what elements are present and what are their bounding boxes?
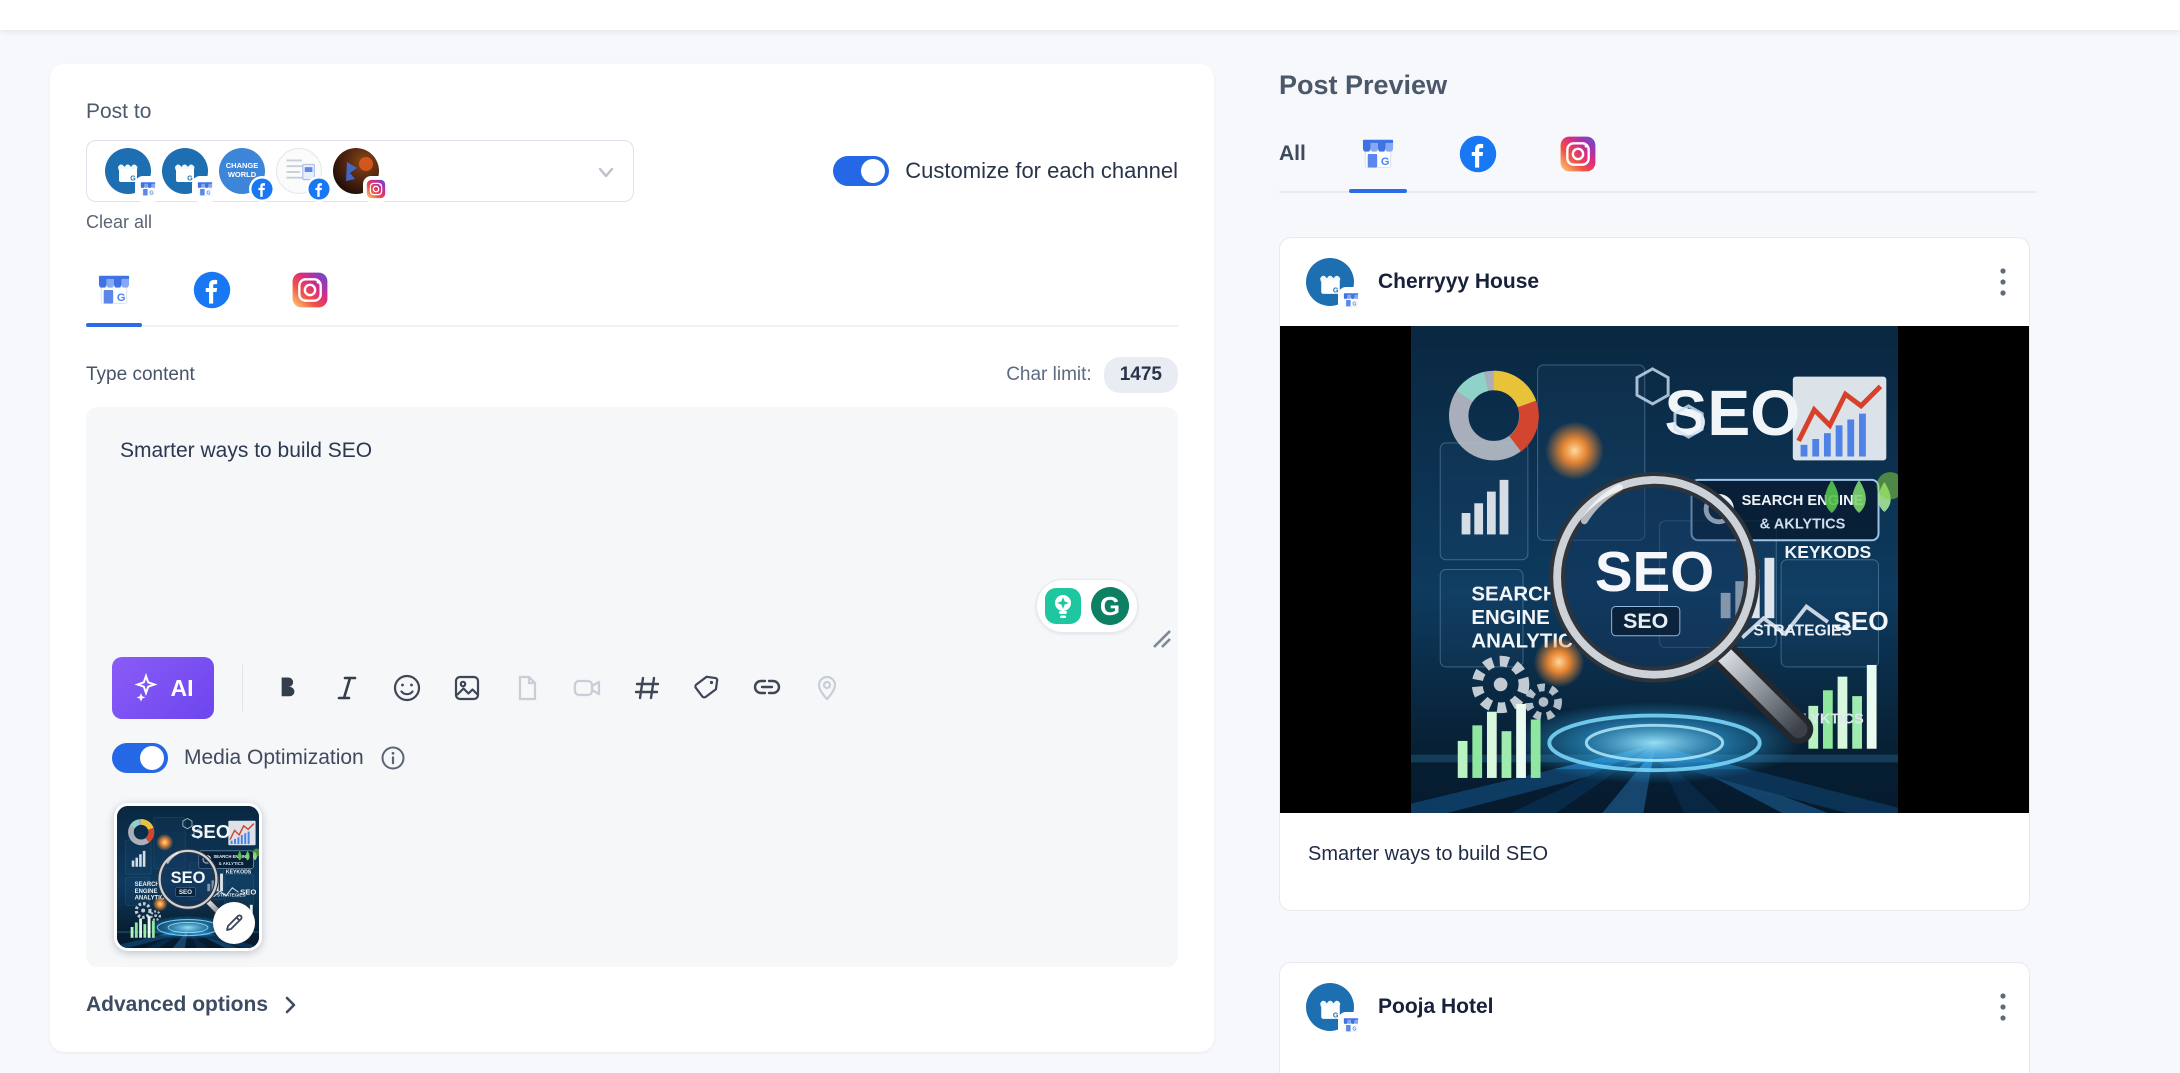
char-limit-label: Char limit: [1006, 364, 1092, 385]
channel-tabs [86, 271, 1178, 327]
grammarly-widget[interactable]: G [1036, 579, 1138, 633]
account-chip-facebook-1[interactable]: CHANGE WORLD [219, 148, 273, 200]
facebook-icon [193, 271, 231, 309]
google-business-badge-icon [1340, 289, 1362, 311]
account-select[interactable]: CHANGE WORLD [86, 140, 634, 202]
preview-card-cherryyy-house: Cherryyy House Smarter ways to build SEO [1279, 237, 2030, 911]
content-editor[interactable]: Smarter ways to build SEO G AI Media Opt… [86, 407, 1178, 967]
facebook-badge-icon [308, 178, 330, 200]
google-business-badge-icon [194, 178, 216, 200]
media-optimization-label: Media Optimization [184, 746, 364, 769]
media-optimization-row: Media Optimization [112, 743, 406, 773]
account-chip-instagram[interactable] [333, 148, 387, 200]
account-chip-gbp-2[interactable] [162, 148, 216, 200]
google-business-badge-icon [137, 178, 159, 200]
facebook-badge-icon [251, 178, 273, 200]
emoji-icon[interactable] [391, 672, 423, 704]
preview-card-header: Pooja Hotel [1280, 963, 2029, 1051]
media-optimization-toggle[interactable] [112, 743, 168, 773]
preview-tab-google-business[interactable] [1350, 135, 1406, 173]
preview-tab-instagram[interactable] [1550, 135, 1606, 173]
account-chip-facebook-2[interactable] [276, 148, 330, 200]
info-icon[interactable] [380, 745, 406, 771]
media-thumbnail[interactable] [114, 803, 262, 951]
hashtag-icon[interactable] [631, 672, 663, 704]
clear-all-link[interactable]: Clear all [86, 212, 152, 233]
preview-card-header: Cherryyy House [1280, 238, 2029, 326]
channel-tab-google-business[interactable] [86, 271, 142, 327]
pencil-icon [226, 914, 243, 931]
google-business-badge-icon [1340, 1014, 1362, 1036]
card-menu-button[interactable] [1999, 991, 2007, 1023]
italic-icon[interactable] [331, 672, 363, 704]
preview-tab-facebook[interactable] [1450, 135, 1506, 173]
video-icon [571, 672, 603, 704]
advanced-options-link[interactable]: Advanced options [86, 993, 300, 1017]
channel-tab-facebook[interactable] [184, 271, 240, 309]
tag-icon[interactable] [691, 672, 723, 704]
ai-assistant-button[interactable]: AI [112, 657, 214, 719]
editor-toolbar: AI [112, 657, 843, 719]
account-name: Cherryyy House [1378, 270, 1540, 293]
post-preview-title: Post Preview [1279, 70, 1448, 100]
toolbar-divider [242, 665, 243, 711]
post-text[interactable]: Smarter ways to build SEO [86, 407, 1178, 495]
ai-button-label: AI [170, 674, 194, 701]
customize-toggle-label: Customize for each channel [905, 158, 1178, 183]
post-to-label: Post to [86, 100, 152, 123]
facebook-icon [1459, 135, 1497, 173]
composer-card: Post to CHANGE WORLD Customize for each … [50, 64, 1214, 1052]
selected-account-chips: CHANGE WORLD [105, 148, 387, 200]
chevron-down-icon[interactable] [595, 161, 617, 183]
file-icon [511, 672, 543, 704]
location-icon [811, 672, 843, 704]
post-image [1280, 326, 2029, 813]
post-preview-panel: Post Preview All Cherryyy House Smarter … [1279, 70, 2037, 1073]
account-avatar [1306, 983, 1362, 1036]
preview-tabs: All [1279, 135, 2037, 193]
instagram-icon [291, 271, 329, 309]
card-menu-button[interactable] [1999, 266, 2007, 298]
image-icon[interactable] [451, 672, 483, 704]
suggestion-bulb-icon [1045, 588, 1081, 624]
sparkles-icon [133, 673, 158, 702]
account-name: Pooja Hotel [1378, 995, 1494, 1018]
instagram-badge-icon [365, 178, 387, 200]
advanced-options-label: Advanced options [86, 993, 269, 1016]
seo-post-art [1411, 326, 1898, 813]
grammarly-icon: G [1091, 587, 1129, 626]
google-business-icon [98, 275, 130, 305]
instagram-icon [1559, 135, 1597, 173]
char-limit-value: 1475 [1103, 357, 1178, 393]
preview-tab-all[interactable]: All [1279, 142, 1306, 166]
edit-media-button[interactable] [213, 902, 255, 944]
type-content-label: Type content [86, 364, 195, 385]
grammarly-letter: G [1100, 591, 1120, 621]
account-avatar [1306, 258, 1362, 311]
google-business-icon [1362, 139, 1394, 169]
customize-toggle-row: Customize for each channel [833, 156, 1178, 186]
chevron-right-icon [285, 996, 296, 1014]
bold-icon[interactable] [271, 672, 303, 704]
post-caption: Smarter ways to build SEO [1308, 843, 1549, 865]
kebab-menu-icon [2000, 993, 2006, 1021]
resize-handle[interactable] [1148, 625, 1174, 651]
top-bar [0, 0, 2180, 30]
channel-tab-instagram[interactable] [282, 271, 338, 309]
char-limit: Char limit: 1475 [1006, 357, 1178, 393]
kebab-menu-icon [2000, 268, 2006, 296]
preview-card-pooja-hotel: Pooja Hotel [1279, 962, 2030, 1073]
account-chip-gbp-1[interactable] [105, 148, 159, 200]
link-icon[interactable] [751, 672, 783, 704]
customize-toggle[interactable] [833, 156, 890, 186]
